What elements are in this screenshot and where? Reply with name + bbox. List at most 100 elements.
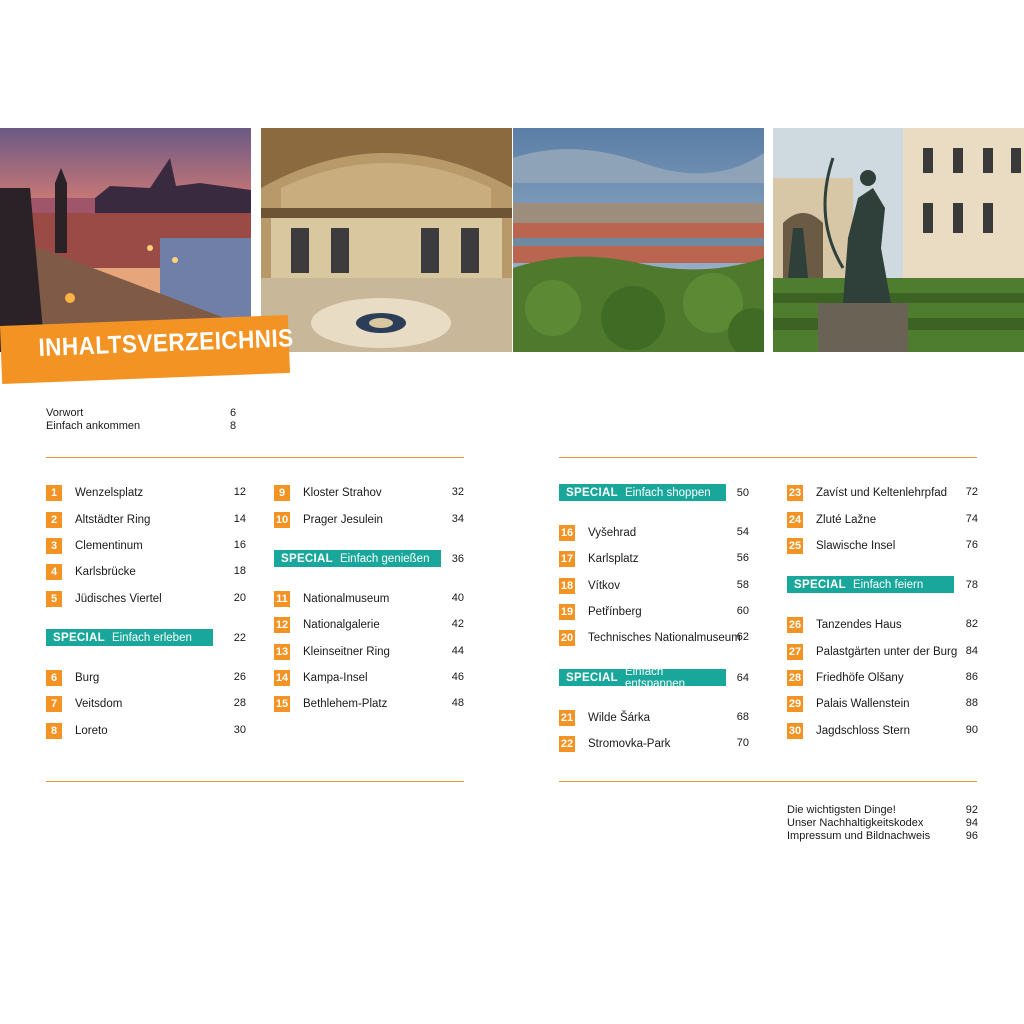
special-section[interactable]: SPECIAL Einfach genießen [274,550,441,567]
entry-number-badge: 4 [46,563,62,580]
toc-entry[interactable]: 14 Kampa-Insel [274,669,368,686]
toc-entry[interactable]: 24 Zluté Lažne [787,511,876,528]
entry-label: Vyšehrad [588,526,637,539]
toc-entry[interactable]: 2 Altstädter Ring [46,511,150,528]
entry-page: 62 [736,631,749,643]
toc-entry[interactable]: 11 Nationalmuseum [274,590,389,607]
outro-item-label[interactable]: Impressum und Bildnachweis [787,830,930,842]
outro-item-label[interactable]: Die wichtigsten Dinge! [787,804,896,816]
toc-entry[interactable]: 17 Karlsplatz [559,550,639,567]
entry-label: Palais Wallenstein [816,697,910,710]
special-label: Einfach feiern [852,578,924,591]
entry-number-badge: 26 [787,616,803,633]
entry-number-badge: 24 [787,511,803,528]
special-label: Einfach entspannen [624,665,686,690]
entry-label: Veitsdom [75,697,123,710]
entry-page: 88 [965,697,978,709]
entry-number-badge: 2 [46,511,62,528]
prague-panorama-photo [513,128,764,352]
special-page: 50 [736,487,749,499]
entry-page: 18 [233,565,246,577]
special-section[interactable]: SPECIAL Einfach entspannen [559,666,726,690]
entry-page: 16 [233,539,246,551]
entry-number-badge: 23 [787,484,803,501]
entry-number-badge: 13 [274,643,290,660]
entry-page: 42 [451,618,464,630]
special-tag: SPECIAL [794,578,846,591]
entry-number-badge: 21 [559,709,575,726]
entry-page: 68 [736,711,749,723]
entry-label: Wilde Šárka [588,711,650,724]
toc-entry[interactable]: 22 Stromovka-Park [559,735,670,752]
toc-entry[interactable]: 21 Wilde Šárka [559,709,650,726]
toc-entry[interactable]: 5 Jüdisches Viertel [46,590,162,607]
special-label: Einfach erleben [111,631,192,644]
toc-entry[interactable]: 16 Vyšehrad [559,524,636,541]
toc-entry[interactable]: 12 Nationalgalerie [274,616,380,633]
toc-entry[interactable]: 28 Friedhöfe Olšany [787,669,904,686]
entry-page: 48 [451,697,464,709]
toc-entry[interactable]: 9 Kloster Strahov [274,484,382,501]
entry-label: Nationalmuseum [303,592,390,605]
toc-entry[interactable]: 8 Loreto [46,722,108,739]
toc-entry[interactable]: 13 Kleinseitner Ring [274,643,390,660]
entry-label: Technisches Nationalmuseum [588,631,741,644]
toc-entry[interactable]: 29 Palais Wallenstein [787,695,910,712]
entry-number-badge: 20 [559,629,575,646]
toc-entry[interactable]: 26 Tanzendes Haus [787,616,902,633]
entry-page: 60 [736,605,749,617]
toc-entry[interactable]: 27 Palastgärten unter der Burg [787,643,957,660]
entry-number-badge: 6 [46,669,62,686]
special-label: Einfach genießen [339,552,430,565]
special-section[interactable]: SPECIAL Einfach feiern [787,576,954,593]
special-section[interactable]: SPECIAL Einfach erleben [46,629,213,646]
toc-entry[interactable]: 20 Technisches Nationalmuseum [559,629,741,646]
entry-number-badge: 28 [787,669,803,686]
toc-entry[interactable]: 18 Vítkov [559,577,620,594]
toc-entry[interactable]: 15 Bethlehem-Platz [274,695,387,712]
toc-entry[interactable]: 30 Jagdschloss Stern [787,722,910,739]
entry-page: 90 [965,724,978,736]
entry-number-badge: 3 [46,537,62,554]
toc-entry[interactable]: 23 Zavíst und Keltenlehrpfad [787,484,947,501]
entry-page: 34 [451,513,464,525]
entry-number-badge: 15 [274,695,290,712]
special-tag: SPECIAL [281,552,333,565]
divider [46,457,464,458]
entry-page: 84 [965,645,978,657]
toc-entry[interactable]: 3 Clementinum [46,537,143,554]
entry-label: Karlsbrücke [75,565,136,578]
entry-page: 46 [451,671,464,683]
toc-entry[interactable]: 4 Karlsbrücke [46,563,136,580]
toc-entry[interactable]: 1 Wenzelsplatz [46,484,143,501]
intro-item-label[interactable]: Einfach ankommen [46,420,140,432]
special-page: 22 [233,632,246,644]
entry-page: 44 [451,645,464,657]
toc-entry[interactable]: 19 Petřínberg [559,603,642,620]
entry-page: 12 [233,486,246,498]
intro-item-label[interactable]: Vorwort [46,407,83,419]
outro-item-page: 96 [965,830,978,842]
special-section[interactable]: SPECIAL Einfach shoppen [559,484,726,501]
entry-label: Karlsplatz [588,552,639,565]
entry-page: 76 [965,539,978,551]
entry-page: 40 [451,592,464,604]
entry-number-badge: 7 [46,695,62,712]
entry-label: Altstädter Ring [75,513,151,526]
toc-entry[interactable]: 25 Slawische Insel [787,537,895,554]
toc-entry[interactable]: 10 Prager Jesulein [274,511,383,528]
outro-item-label[interactable]: Unser Nachhaltigkeitskodex [787,817,923,829]
entry-label: Palastgärten unter der Burg [816,645,958,658]
wallenstein-garden-statue-photo [773,128,1024,352]
entry-label: Jagdschloss Stern [816,724,910,737]
entry-page: 32 [451,486,464,498]
special-label: Einfach shoppen [624,486,711,499]
entry-page: 30 [233,724,246,736]
special-tag: SPECIAL [566,486,618,499]
toc-entry[interactable]: 7 Veitsdom [46,695,122,712]
toc-entry[interactable]: 6 Burg [46,669,99,686]
entry-label: Bethlehem-Platz [303,697,388,710]
entry-label: Loreto [75,724,108,737]
entry-number-badge: 17 [559,550,575,567]
special-tag: SPECIAL [53,631,105,644]
